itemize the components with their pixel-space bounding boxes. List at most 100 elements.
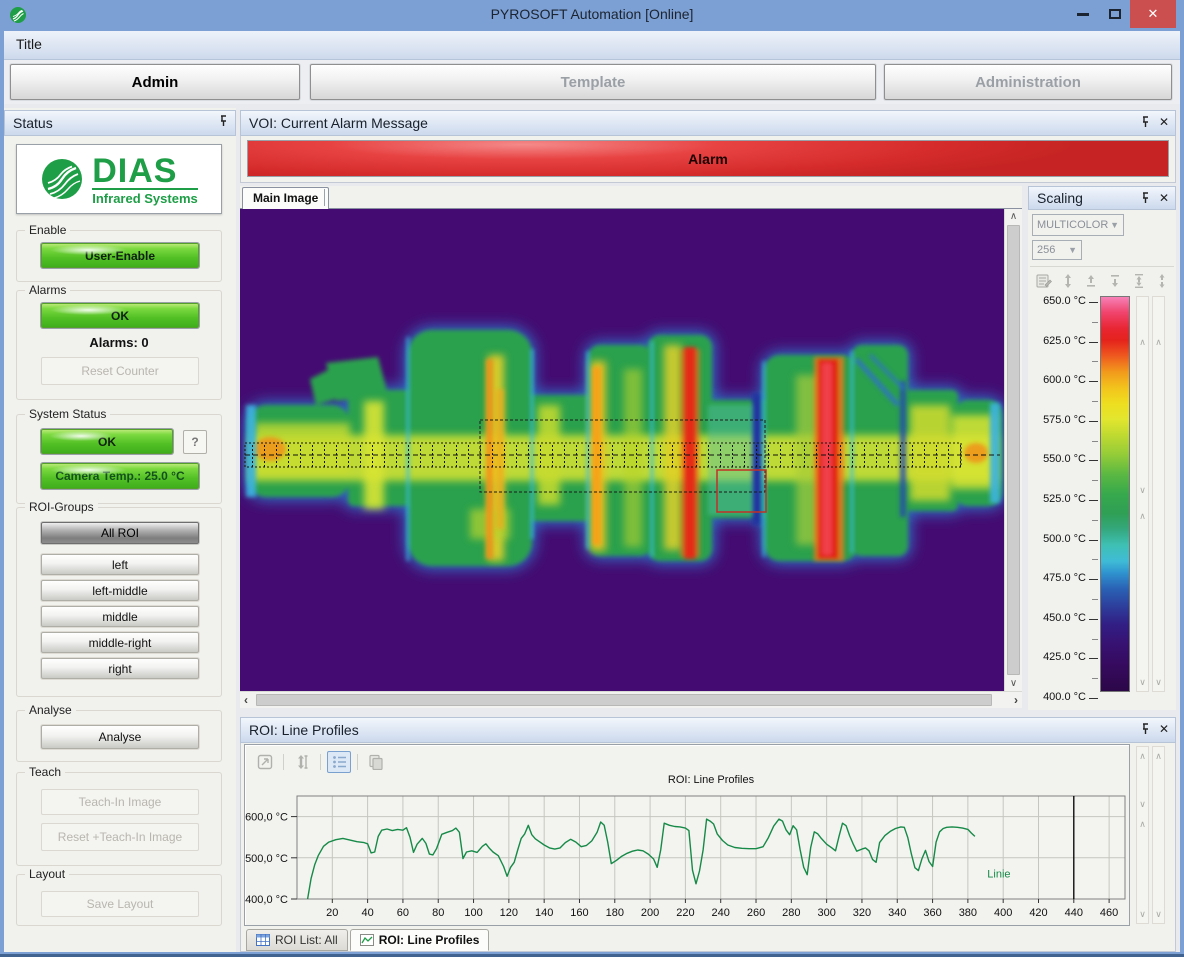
save-layout-button[interactable]: Save Layout — [41, 891, 199, 917]
close-panel-icon[interactable]: ✕ — [1159, 191, 1169, 205]
brand-subtitle: Infrared Systems — [92, 188, 198, 205]
scaling-panel-header: Scaling ✕ — [1028, 186, 1176, 210]
chevron-down-icon: ▼ — [1068, 245, 1077, 255]
chevron-up-icon[interactable]: ∧ — [1137, 819, 1148, 830]
chart-zoom-slider-2[interactable]: ∧ ∨ — [1152, 746, 1165, 924]
scaling-panel: Scaling ✕ MULTICOLOR▼ 256▼ — [1028, 186, 1176, 710]
close-panel-icon[interactable]: ✕ — [1159, 722, 1169, 736]
chevron-down-icon[interactable]: ∨ — [1137, 485, 1148, 496]
user-enable-button[interactable]: User-Enable — [41, 243, 199, 268]
scale-tick-label: 450.0 °C — [1030, 612, 1086, 624]
chevron-down-icon[interactable]: ∨ — [1137, 909, 1148, 920]
roi-group-left-middle-label: left-middle — [92, 584, 147, 598]
export-chart-icon[interactable] — [253, 751, 277, 773]
chevron-down-icon[interactable]: ∨ — [1137, 677, 1148, 688]
help-button[interactable]: ? — [183, 430, 207, 454]
roi-group-middle-right-button[interactable]: middle-right — [41, 632, 199, 653]
scale-tick-label: 550.0 °C — [1030, 453, 1086, 465]
image-horizontal-scrollbar[interactable]: ‹ › — [240, 691, 1022, 708]
scale-minor-tick — [1092, 480, 1098, 481]
menu-bar[interactable]: Title — [4, 31, 1180, 60]
analyse-button[interactable]: Analyse — [41, 725, 199, 749]
chevron-up-icon[interactable]: ∧ — [1153, 751, 1164, 762]
svg-text:80: 80 — [432, 907, 444, 919]
scroll-left-icon[interactable]: ‹ — [244, 693, 248, 707]
app-window: PYROSOFT Automation [Online] ✕ Title Adm… — [0, 0, 1184, 957]
alarm-text: Alarm — [688, 151, 728, 167]
close-panel-icon[interactable]: ✕ — [1159, 115, 1169, 129]
chevron-down-icon[interactable]: ∨ — [1137, 799, 1148, 810]
teach-in-image-button[interactable]: Teach-In Image — [41, 789, 199, 815]
scaling-toolbar — [1030, 266, 1174, 292]
roi-group-right-button[interactable]: right — [41, 658, 199, 679]
nav-tab-administration[interactable]: Administration — [884, 64, 1172, 100]
levels-select[interactable]: 256▼ — [1032, 240, 1082, 260]
scroll-right-icon[interactable]: › — [1014, 693, 1018, 707]
tab-main-image[interactable]: Main Image — [242, 187, 329, 209]
scale-min-slider[interactable]: ∧ ∨ — [1152, 296, 1165, 692]
scroll-down-icon[interactable]: ∨ — [1005, 678, 1022, 689]
chevron-down-icon[interactable]: ∨ — [1153, 909, 1164, 920]
scale-expand-icon[interactable] — [1058, 271, 1078, 291]
scale-max-slider[interactable]: ∧ ∨ ∧ ∨ — [1136, 296, 1149, 692]
title-bar: PYROSOFT Automation [Online] ✕ — [0, 0, 1184, 30]
image-hscroll-thumb[interactable] — [256, 694, 992, 706]
roi-group-all-button[interactable]: All ROI — [41, 522, 199, 544]
scale-auto-icon[interactable] — [1152, 271, 1172, 291]
svg-text:320: 320 — [853, 907, 871, 919]
pin-icon[interactable] — [1140, 116, 1151, 128]
pin-icon[interactable] — [218, 115, 229, 127]
scale-minor-tick — [1092, 639, 1098, 640]
copy-chart-icon[interactable] — [364, 751, 388, 773]
nav-tab-template[interactable]: Template — [310, 64, 876, 100]
svg-text:140: 140 — [535, 907, 553, 919]
roi-group-left-middle-button[interactable]: left-middle — [41, 580, 199, 601]
image-vertical-scrollbar[interactable]: ∧ ∨ — [1004, 209, 1022, 691]
scale-fit-icon[interactable] — [1129, 271, 1149, 291]
scale-minor-tick — [1092, 520, 1098, 521]
svg-text:440: 440 — [1065, 907, 1083, 919]
tab-roi-line-profiles[interactable]: ROI: Line Profiles — [350, 929, 490, 951]
pin-icon[interactable] — [1140, 723, 1151, 735]
close-button[interactable]: ✕ — [1130, 0, 1176, 28]
scale-min-down-icon[interactable] — [1105, 271, 1125, 291]
svg-text:400: 400 — [994, 907, 1012, 919]
roi-groups-group: ROI-Groups All ROI left left-middle midd… — [16, 507, 222, 697]
reset-counter-button[interactable]: Reset Counter — [41, 357, 199, 385]
legend-toggle-icon[interactable] — [327, 751, 351, 773]
chart-zoom-slider-1[interactable]: ∧ ∨ ∧ ∨ — [1136, 746, 1149, 924]
nav-tab-admin[interactable]: Admin — [10, 64, 300, 100]
alarm-ok-button[interactable]: OK — [41, 303, 199, 328]
line-chart-icon — [360, 934, 374, 946]
tab-roi-list[interactable]: ROI List: All — [246, 929, 348, 951]
roi-group-left-button[interactable]: left — [41, 554, 199, 575]
scale-tick-label: 600.0 °C — [1030, 374, 1086, 386]
camera-temp-button[interactable]: Camera Temp.: 25.0 °C — [41, 463, 199, 489]
thermal-image-canvas[interactable] — [240, 209, 1004, 691]
maximize-button[interactable] — [1100, 0, 1130, 28]
image-vscroll-thumb[interactable] — [1007, 225, 1020, 675]
system-ok-button[interactable]: OK — [41, 429, 173, 454]
reset-teach-in-image-button[interactable]: Reset +Teach-In Image — [41, 823, 199, 851]
minimize-button[interactable] — [1068, 0, 1098, 28]
scale-tick-label: 475.0 °C — [1030, 572, 1086, 584]
reset-teach-in-image-label: Reset +Teach-In Image — [58, 830, 182, 844]
svg-text:100: 100 — [464, 907, 482, 919]
scale-max-up-icon[interactable] — [1081, 271, 1101, 291]
menu-title-label: Title — [16, 36, 42, 52]
chevron-up-icon[interactable]: ∧ — [1153, 337, 1164, 348]
tab-roi-list-label: ROI List: All — [275, 933, 338, 947]
roi-group-all-label: All ROI — [101, 526, 139, 540]
chevron-up-icon[interactable]: ∧ — [1137, 511, 1148, 522]
pin-icon[interactable] — [1140, 192, 1151, 204]
chevron-up-icon[interactable]: ∧ — [1137, 751, 1148, 762]
palette-select[interactable]: MULTICOLOR▼ — [1032, 214, 1124, 236]
scroll-up-icon[interactable]: ∧ — [1005, 211, 1022, 222]
teach-in-image-label: Teach-In Image — [79, 795, 162, 809]
roi-group-middle-button[interactable]: middle — [41, 606, 199, 627]
svg-text:60: 60 — [397, 907, 409, 919]
chevron-down-icon[interactable]: ∨ — [1153, 677, 1164, 688]
autoscale-icon[interactable] — [290, 751, 314, 773]
chevron-up-icon[interactable]: ∧ — [1137, 337, 1148, 348]
scale-properties-icon[interactable] — [1034, 271, 1054, 291]
